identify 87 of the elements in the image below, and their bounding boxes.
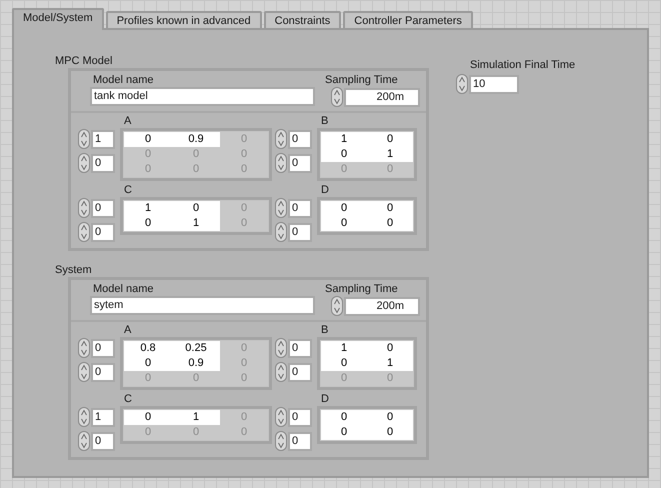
index-field[interactable]: 0 [91,338,115,358]
tab[interactable]: Controller Parameters [343,11,473,30]
spinner-arrows-icon[interactable] [78,362,90,382]
matrix-label: C [124,184,133,197]
matrix-cell[interactable]: 0 [124,132,172,147]
matrix-cell[interactable]: 0 [367,425,413,440]
spinner-arrows-icon[interactable] [78,431,90,451]
matrix-cell[interactable]: 0 [367,132,413,147]
matrix-cell[interactable]: 0 [321,356,367,371]
index-field[interactable]: 0 [288,130,312,148]
matrix-cell[interactable]: 0.9 [172,132,220,147]
matrix-label: D [321,393,330,406]
spinner-arrows-icon[interactable] [456,74,468,94]
spinner-arrows-icon[interactable] [275,198,287,218]
field-label: Simulation Final Time [470,58,576,72]
index-field[interactable]: 1 [91,130,115,148]
sampling-time-field[interactable]: 200m [344,296,420,316]
spinner-arrows-icon[interactable] [275,222,287,242]
matrix-cell[interactable]: 1 [172,216,220,231]
index-field[interactable]: 0 [288,338,312,358]
spinner-arrows-icon[interactable] [78,129,90,149]
matrix-cell[interactable]: 1 [172,410,220,425]
matrix-cell[interactable]: 0.9 [172,356,220,371]
matrix-label: B [321,115,330,128]
spinner-arrows-icon[interactable] [331,87,343,107]
matrix-label: B [321,324,330,337]
matrix-cell[interactable]: 0 [321,425,367,440]
matrix-cell[interactable]: 0 [172,201,220,216]
matrix-cell[interactable]: 0.25 [172,341,220,356]
matrix-cell[interactable]: 0 [124,356,172,371]
matrix-label: A [124,115,132,128]
matrix-cell[interactable]: 0 [367,201,413,216]
tab[interactable]: Constraints [264,11,342,30]
field-label: Sampling Time [325,282,399,296]
spinner-arrows-icon[interactable] [275,153,287,173]
spinner-arrows-icon[interactable] [275,362,287,382]
field-label: Sampling Time [325,73,399,87]
matrix-cell[interactable]: 0 [367,410,413,425]
matrix-cell[interactable]: 1 [124,201,172,216]
matrix-label: C [124,393,133,406]
spinner-arrows-icon[interactable] [275,338,287,358]
index-field[interactable]: 0 [288,198,312,218]
index-field[interactable]: 0 [91,362,115,382]
spinner-arrows-icon[interactable] [78,338,90,358]
spinner-arrows-icon[interactable] [78,222,90,242]
matrix-label: D [321,184,330,197]
matrix-cell[interactable]: 0 [124,216,172,231]
index-field[interactable]: 0 [91,222,115,242]
matrix-cell[interactable]: 0 [367,216,413,231]
tab[interactable]: Model/System [12,8,104,30]
index-field[interactable]: 0 [288,362,312,382]
model-name-field[interactable]: tank model [90,87,315,106]
matrix-cell[interactable]: 0.8 [124,341,172,356]
matrix-cell[interactable]: 0 [124,410,172,425]
index-field[interactable]: 1 [91,408,115,426]
simulation-time-field[interactable]: 10 [469,74,519,94]
matrix-cell[interactable]: 0 [321,201,367,216]
tab[interactable]: Profiles known in advanced [106,11,262,30]
spinner-arrows-icon[interactable] [275,431,287,451]
matrix-cell[interactable]: 1 [367,147,413,162]
matrix-cell[interactable]: 0 [321,216,367,231]
index-field[interactable]: 0 [288,222,312,242]
index-field[interactable]: 0 [91,154,115,172]
field-label: Model name [93,73,155,87]
index-field[interactable]: 0 [288,408,312,426]
model-name-field[interactable]: sytem [90,296,315,315]
field-label: Model name [93,282,155,296]
spinner-arrows-icon[interactable] [331,296,343,316]
index-field[interactable]: 0 [288,154,312,172]
matrix-cell[interactable]: 1 [321,341,367,356]
matrix-cell[interactable]: 1 [321,132,367,147]
spinner-arrows-icon[interactable] [275,407,287,427]
index-field[interactable]: 0 [288,432,312,450]
index-field[interactable]: 0 [91,198,115,218]
cluster-title: MPC Model [55,54,114,68]
matrix-cell[interactable]: 0 [321,147,367,162]
matrix-cell[interactable]: 1 [367,356,413,371]
matrix-label: A [124,324,132,337]
spinner-arrows-icon[interactable] [78,407,90,427]
cluster-title: System [55,263,93,277]
spinner-arrows-icon[interactable] [78,198,90,218]
matrix-cell[interactable]: 0 [367,341,413,356]
spinner-arrows-icon[interactable] [275,129,287,149]
index-field[interactable]: 0 [91,432,115,450]
matrix-cell[interactable]: 0 [321,410,367,425]
sampling-time-field[interactable]: 200m [344,88,420,106]
spinner-arrows-icon[interactable] [78,153,90,173]
